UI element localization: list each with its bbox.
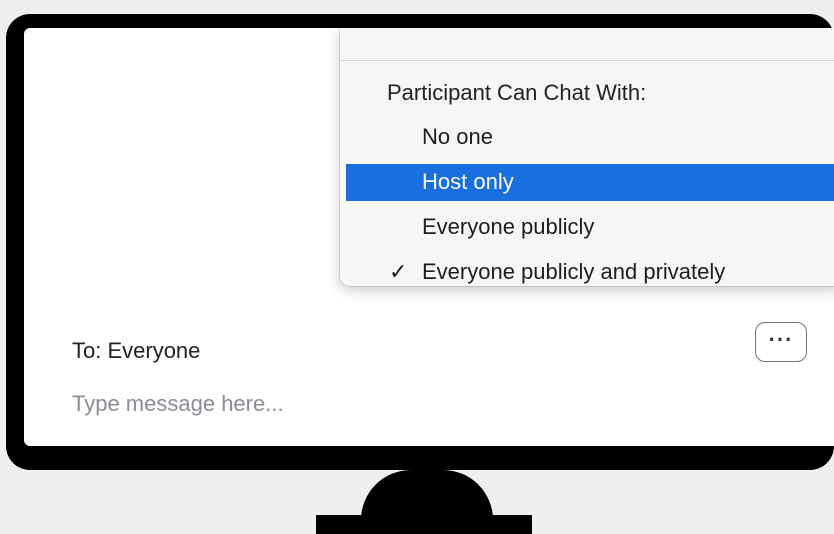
menu-item-host-only[interactable]: Host only	[346, 164, 834, 201]
message-input[interactable]	[72, 384, 572, 424]
menu-item-everyone-publicly-and-privately[interactable]: ✓ Everyone publicly and privately	[346, 254, 834, 291]
monitor-stand-neck	[361, 470, 493, 520]
ellipsis-icon: ···	[768, 327, 794, 352]
menu-separator	[340, 60, 834, 61]
more-options-button[interactable]: ···	[755, 322, 807, 362]
monitor-stand-base	[316, 515, 532, 534]
menu-item-label: No one	[422, 124, 493, 149]
monitor-frame: Participant Can Chat With: No one Host o…	[6, 14, 834, 470]
menu-item-label: Everyone publicly	[422, 214, 595, 239]
menu-item-label: Everyone publicly and privately	[422, 259, 726, 284]
recipient-label[interactable]: To: Everyone	[72, 338, 200, 364]
chat-permission-menu: Participant Can Chat With: No one Host o…	[340, 28, 834, 286]
menu-item-no-one[interactable]: No one	[346, 119, 834, 156]
menu-item-everyone-publicly[interactable]: Everyone publicly	[346, 209, 834, 246]
chat-panel: Participant Can Chat With: No one Host o…	[24, 28, 834, 446]
menu-header: Participant Can Chat With:	[387, 80, 647, 105]
checkmark-icon: ✓	[389, 259, 408, 284]
menu-item-label: Host only	[422, 169, 514, 194]
